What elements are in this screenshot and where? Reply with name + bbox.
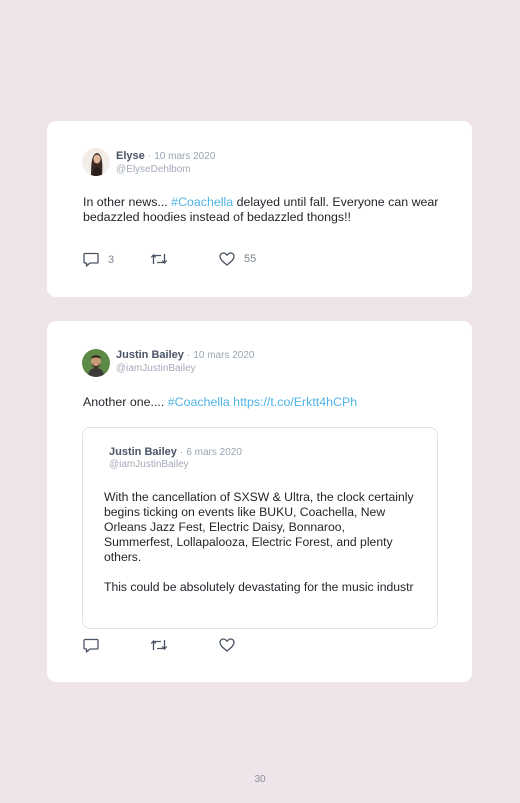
- author-line: Justin Bailey · 10 mars 2020: [116, 349, 254, 361]
- like-button[interactable]: 55: [219, 252, 256, 266]
- author-name[interactable]: Justin Bailey: [116, 349, 184, 361]
- quoted-tweet-text: With the cancellation of SXSW & Ultra, t…: [104, 490, 414, 595]
- hashtag-link[interactable]: #Coachella: [168, 395, 230, 409]
- page-number: 30: [254, 774, 266, 785]
- retweet-button[interactable]: [150, 252, 168, 266]
- avatar[interactable]: [82, 148, 110, 176]
- avatar[interactable]: [82, 349, 110, 377]
- tweet-card: Justin Bailey · 10 mars 2020 @iamJustinB…: [47, 321, 472, 682]
- reply-count: 3: [108, 253, 115, 266]
- author-handle[interactable]: @ElyseDehlbom: [116, 164, 191, 175]
- text-segment: In other news...: [83, 195, 172, 209]
- author-line: Elyse · 10 mars 2020: [116, 150, 215, 162]
- like-icon: [219, 252, 235, 266]
- quoted-paragraph: This could be absolutely devastating for…: [104, 580, 414, 594]
- reply-button[interactable]: 3: [83, 252, 114, 267]
- separator: ·: [179, 447, 184, 458]
- quoted-author-handle[interactable]: @iamJustinBailey: [109, 459, 189, 470]
- tweet-text: Another one.... #Coachella https://t.co/…: [83, 395, 453, 410]
- reply-icon: [83, 252, 99, 267]
- separator: ·: [147, 151, 152, 162]
- reply-button[interactable]: [83, 638, 99, 653]
- url-link[interactable]: https://t.co/Erktt4hCPh: [230, 395, 357, 409]
- retweet-icon: [150, 638, 168, 652]
- tweet-date[interactable]: 10 mars 2020: [193, 350, 254, 361]
- tweet-text: In other news... #Coachella delayed unti…: [83, 195, 443, 225]
- quoted-paragraph: With the cancellation of SXSW & Ultra, t…: [104, 490, 414, 564]
- quoted-author-line: Justin Bailey · 6 mars 2020: [109, 446, 242, 458]
- retweet-button[interactable]: [150, 638, 168, 652]
- tweet-card: Elyse · 10 mars 2020 @ElyseDehlbom In ot…: [47, 121, 472, 297]
- reply-icon: [83, 638, 99, 653]
- tweet-actions: [83, 638, 383, 654]
- like-button[interactable]: [219, 638, 235, 652]
- text-segment: Another one....: [83, 395, 168, 409]
- hashtag-link[interactable]: #Coachella: [171, 195, 233, 209]
- tweet-actions: 3 55: [83, 252, 383, 268]
- quoted-tweet-date[interactable]: 6 mars 2020: [186, 447, 242, 458]
- retweet-icon: [150, 252, 168, 266]
- tweet-date[interactable]: 10 mars 2020: [154, 151, 215, 162]
- quoted-tweet[interactable]: Justin Bailey · 6 mars 2020 @iamJustinBa…: [82, 427, 438, 629]
- quoted-author-name[interactable]: Justin Bailey: [109, 446, 177, 458]
- like-count: 55: [244, 253, 257, 265]
- author-handle[interactable]: @iamJustinBailey: [116, 363, 196, 374]
- like-icon: [219, 638, 235, 652]
- separator: ·: [186, 350, 191, 361]
- author-name[interactable]: Elyse: [116, 150, 145, 162]
